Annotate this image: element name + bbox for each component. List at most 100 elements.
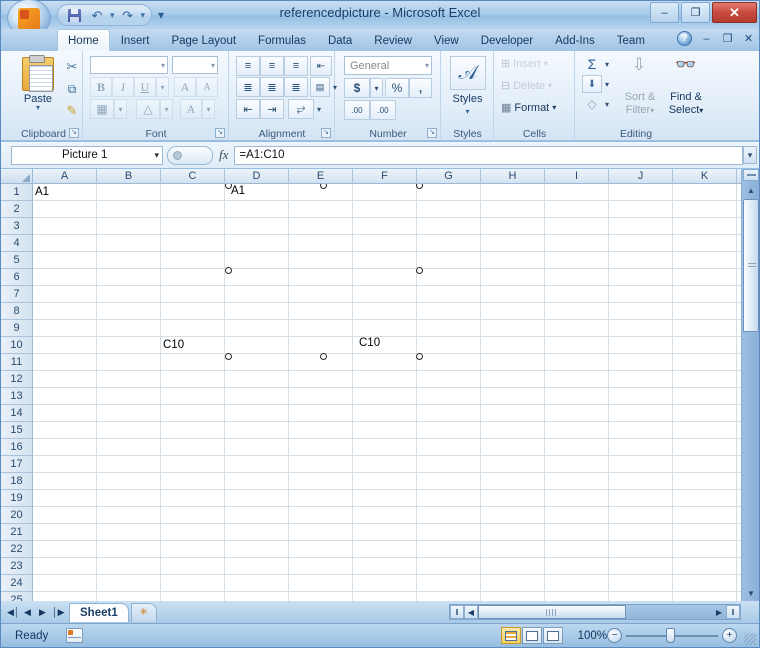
column-header-H[interactable]: H (481, 169, 545, 184)
row-header-2[interactable]: 2 (1, 201, 32, 218)
cell-J8[interactable] (609, 303, 673, 320)
cell-C5[interactable] (161, 252, 225, 269)
cell-E14[interactable] (289, 405, 353, 422)
autosum-dropdown-icon[interactable]: ▾ (602, 55, 612, 73)
cell-I9[interactable] (545, 320, 609, 337)
shrink-font-button[interactable]: A (196, 77, 218, 97)
cell-G6[interactable] (417, 269, 481, 286)
cell-E17[interactable] (289, 456, 353, 473)
cell-E15[interactable] (289, 422, 353, 439)
cell-B20[interactable] (97, 507, 161, 524)
cell-H6[interactable] (481, 269, 545, 286)
accounting-dropdown-icon[interactable]: ▾ (370, 78, 383, 98)
picture-resize-handle-s[interactable] (320, 353, 327, 360)
name-box-dropdown-icon[interactable]: ▾ (154, 150, 159, 161)
cell-C19[interactable] (161, 490, 225, 507)
comma-format-icon[interactable]: , (409, 78, 432, 98)
tab-formulas[interactable]: Formulas (247, 29, 317, 51)
cell-B14[interactable] (97, 405, 161, 422)
autosum-icon[interactable]: Σ (582, 55, 602, 73)
row-header-5[interactable]: 5 (1, 252, 32, 269)
orientation-icon[interactable]: ⥂ (288, 99, 314, 119)
cell-I8[interactable] (545, 303, 609, 320)
cell-C9[interactable] (161, 320, 225, 337)
cell-K13[interactable] (673, 388, 737, 405)
cell-A24[interactable] (33, 575, 97, 592)
cell-F11[interactable] (353, 354, 417, 371)
picture-resize-handle-e[interactable] (416, 267, 423, 274)
cell-A2[interactable] (33, 201, 97, 218)
column-header-B[interactable]: B (97, 169, 161, 184)
cell-D25[interactable] (225, 592, 289, 601)
cell-B24[interactable] (97, 575, 161, 592)
split-box[interactable] (743, 169, 759, 181)
cell-J11[interactable] (609, 354, 673, 371)
zoom-thumb[interactable] (666, 628, 675, 643)
cell-H15[interactable] (481, 422, 545, 439)
cell-H18[interactable] (481, 473, 545, 490)
copy-icon[interactable]: ⧉ (61, 79, 83, 99)
select-all-button[interactable] (1, 169, 33, 184)
cell-F22[interactable] (353, 541, 417, 558)
cell-A23[interactable] (33, 558, 97, 575)
picture-resize-handle-w[interactable] (225, 267, 232, 274)
cell-J19[interactable] (609, 490, 673, 507)
cell-K1[interactable] (673, 184, 737, 201)
cell-C22[interactable] (161, 541, 225, 558)
vertical-scroll-thumb[interactable] (743, 199, 759, 332)
cell-K11[interactable] (673, 354, 737, 371)
cell-I13[interactable] (545, 388, 609, 405)
cell-H24[interactable] (481, 575, 545, 592)
cell-H2[interactable] (481, 201, 545, 218)
row-header-21[interactable]: 21 (1, 524, 32, 541)
insert-worksheet-icon[interactable]: ✳ (131, 603, 157, 622)
cell-G13[interactable] (417, 388, 481, 405)
cell-F16[interactable] (353, 439, 417, 456)
cell-B15[interactable] (97, 422, 161, 439)
cell-I18[interactable] (545, 473, 609, 490)
cell-F17[interactable] (353, 456, 417, 473)
row-header-17[interactable]: 17 (1, 456, 32, 473)
column-header-K[interactable]: K (673, 169, 737, 184)
cell-H12[interactable] (481, 371, 545, 388)
row-header-1[interactable]: 1 (1, 184, 32, 201)
cell-E22[interactable] (289, 541, 353, 558)
cell-G17[interactable] (417, 456, 481, 473)
cell-F15[interactable] (353, 422, 417, 439)
cell-H21[interactable] (481, 524, 545, 541)
increase-decimal-icon[interactable]: .00 (344, 100, 370, 120)
cell-J14[interactable] (609, 405, 673, 422)
cell-I7[interactable] (545, 286, 609, 303)
cell-A1[interactable]: A1 (33, 184, 97, 201)
cell-H9[interactable] (481, 320, 545, 337)
scroll-left-icon[interactable]: ◀ (464, 605, 478, 619)
cut-icon[interactable]: ✂ (61, 57, 83, 77)
cell-A15[interactable] (33, 422, 97, 439)
cell-G9[interactable] (417, 320, 481, 337)
expand-formula-bar-icon[interactable]: ▾ (743, 146, 757, 164)
cell-D17[interactable] (225, 456, 289, 473)
picture-resize-handle-sw[interactable] (225, 353, 232, 360)
prev-sheet-icon[interactable]: ◀ (22, 607, 33, 618)
number-format-select[interactable]: General ▾ (344, 56, 432, 75)
picture-object[interactable]: A1C10 (228, 185, 419, 356)
row-header-6[interactable]: 6 (1, 269, 32, 286)
borders-icon[interactable]: ▦ (90, 99, 114, 119)
tab-add-ins[interactable]: Add-Ins (544, 29, 606, 51)
find-select-dropdown-icon[interactable]: ▾ (699, 106, 703, 115)
format-painter-icon[interactable]: ✎ (61, 101, 83, 121)
horizontal-scrollbar[interactable]: ‖ ◀ ▶ ‖ (449, 604, 741, 620)
clear-icon[interactable]: ◇ (582, 95, 602, 113)
cell-C15[interactable] (161, 422, 225, 439)
fill-color-dropdown-icon[interactable]: ▾ (160, 99, 173, 119)
row-header-16[interactable]: 16 (1, 439, 32, 456)
paste-button[interactable]: Paste ▾ (15, 55, 61, 117)
cell-A22[interactable] (33, 541, 97, 558)
cell-J25[interactable] (609, 592, 673, 601)
font-name-dropdown-icon[interactable]: ▾ (161, 61, 165, 70)
cell-C4[interactable] (161, 235, 225, 252)
cell-A14[interactable] (33, 405, 97, 422)
row-header-14[interactable]: 14 (1, 405, 32, 422)
cell-I11[interactable] (545, 354, 609, 371)
cell-B11[interactable] (97, 354, 161, 371)
